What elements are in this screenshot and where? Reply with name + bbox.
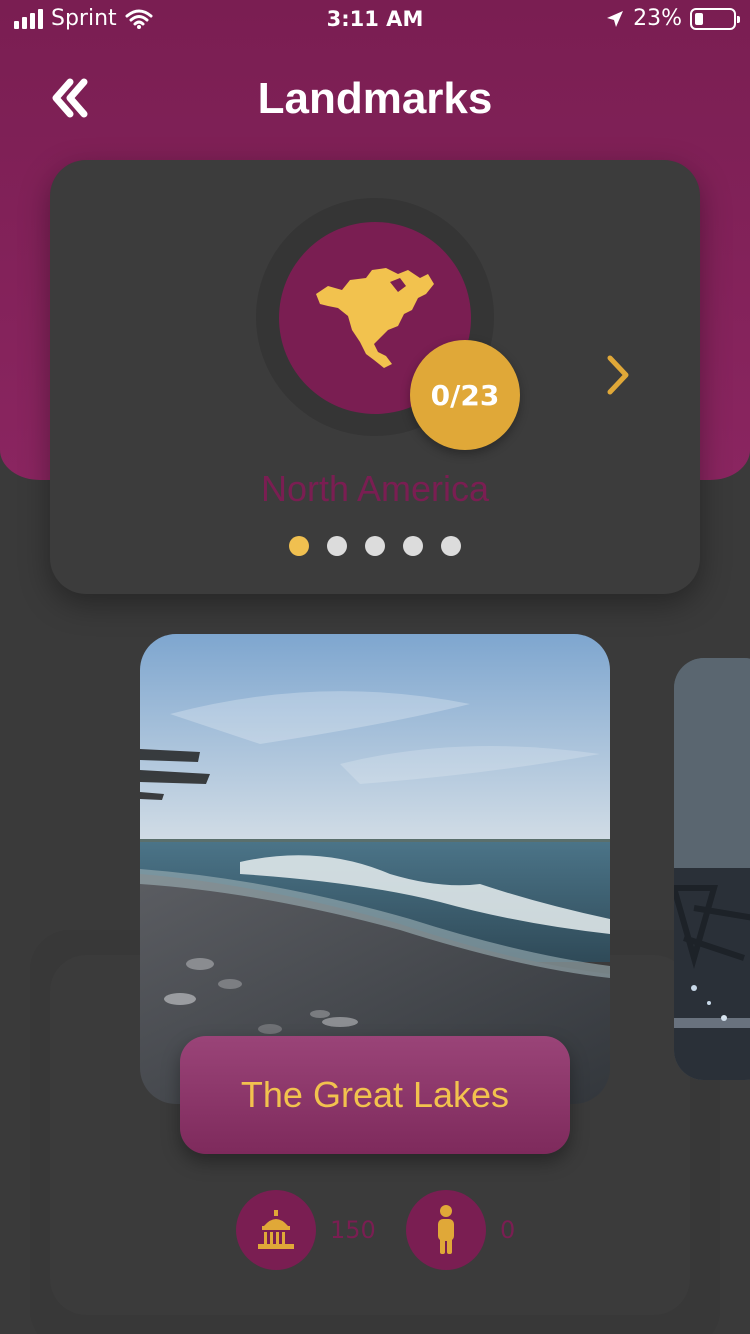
battery-icon: [690, 7, 740, 30]
page-dot[interactable]: [289, 536, 309, 556]
region-card[interactable]: 0/23 North America: [50, 160, 700, 594]
stat-icon-wrap: [406, 1190, 486, 1270]
location-arrow-icon: [607, 10, 624, 27]
page-title: Landmarks: [257, 74, 493, 123]
page-dot[interactable]: [327, 536, 347, 556]
next-region-button[interactable]: [598, 350, 638, 400]
landmarks-count: 150: [330, 1216, 376, 1244]
north-america-icon: [316, 268, 434, 368]
person-icon: [438, 1205, 454, 1254]
people-stat: 0: [406, 1190, 515, 1270]
landmarks-stat: 150: [236, 1190, 376, 1270]
region-name: North America: [260, 468, 490, 509]
landmark-title-button[interactable]: The Great Lakes: [180, 1036, 570, 1154]
capitol-building-icon: [258, 1210, 294, 1249]
chevron-right-icon: [607, 355, 629, 395]
lake-shore-photo: [140, 634, 610, 1104]
battery-percent: 23%: [633, 6, 682, 31]
status-right: 23%: [605, 6, 740, 31]
stat-icon-wrap: [236, 1190, 316, 1270]
page-dot[interactable]: [403, 536, 423, 556]
landmark-card[interactable]: [140, 634, 610, 1104]
people-count: 0: [500, 1216, 516, 1244]
page-indicator: [50, 536, 700, 556]
next-landmark-card[interactable]: [674, 658, 750, 1080]
city-night-photo: [674, 658, 750, 1080]
page-dot[interactable]: [365, 536, 385, 556]
progress-badge: 0/23: [410, 340, 520, 450]
page-dot[interactable]: [441, 536, 461, 556]
status-bar: Sprint 3:11 AM 23%: [0, 0, 750, 40]
